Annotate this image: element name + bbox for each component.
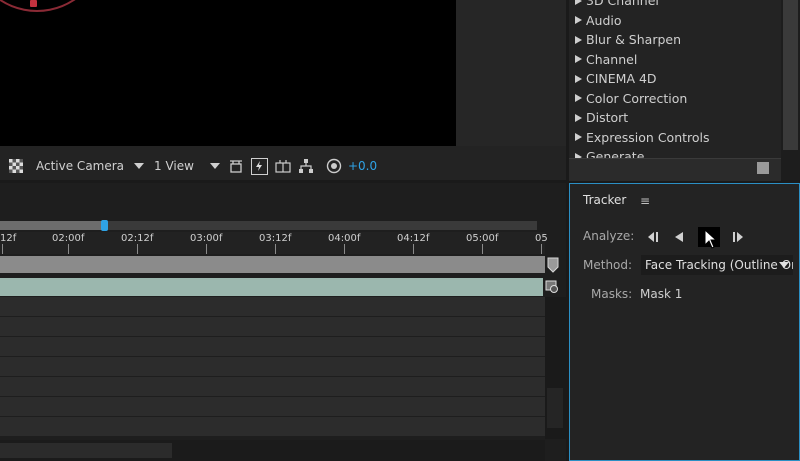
expand-triangle-icon bbox=[575, 55, 582, 64]
viewer-ellipse-shape bbox=[0, 0, 104, 12]
camera-dropdown[interactable]: Active Camera bbox=[36, 159, 145, 173]
effects-presets-panel: 3D Channel Audio Blur & Sharpen Channel … bbox=[569, 0, 800, 181]
timeline-panel: 12f 02:00f 02:12f 03:00f 03:12f 04:00f 0… bbox=[0, 183, 566, 461]
effect-category[interactable]: Channel bbox=[569, 50, 781, 70]
analyze-backward-frame-icon[interactable] bbox=[644, 229, 660, 245]
ruler-tick bbox=[137, 244, 138, 254]
expand-triangle-icon bbox=[575, 35, 582, 44]
analyze-label: Analyze: bbox=[583, 229, 635, 243]
reset-exposure-icon[interactable] bbox=[326, 158, 342, 174]
ruler-label: 02:12f bbox=[121, 233, 154, 244]
effect-category[interactable]: CINEMA 4D bbox=[569, 69, 781, 89]
ruler-label: 03:12f bbox=[259, 233, 292, 244]
effects-panel-footer bbox=[569, 158, 781, 181]
expand-triangle-icon bbox=[575, 133, 582, 142]
ruler-tick bbox=[541, 244, 542, 254]
view-layout-label: 1 View bbox=[154, 159, 194, 173]
ruler-label: 05:00f bbox=[466, 233, 499, 244]
analyze-backward-icon[interactable] bbox=[671, 229, 687, 245]
method-dropdown-value: Face Tracking (Outline Only) bbox=[645, 258, 793, 272]
timeline-horizontal-scrollbar-thumb[interactable] bbox=[0, 443, 172, 458]
timeline-track-row[interactable] bbox=[0, 337, 545, 357]
effects-scrollbar-thumb[interactable] bbox=[783, 0, 798, 150]
effects-category-list: 3D Channel Audio Blur & Sharpen Channel … bbox=[569, 0, 781, 167]
ruler-label: 04:12f bbox=[397, 233, 430, 244]
tracker-panel: Tracker ≡ Analyze: Method: Face Tracking… bbox=[569, 183, 800, 461]
expand-triangle-icon bbox=[575, 94, 582, 103]
tracker-panel-title[interactable]: Tracker bbox=[583, 193, 626, 207]
timeline-vertical-scrollbar-thumb[interactable] bbox=[547, 388, 563, 428]
chevron-down-icon bbox=[134, 163, 145, 169]
ruler-tick bbox=[482, 244, 483, 254]
timeline-track-row[interactable] bbox=[0, 357, 545, 377]
mouse-cursor-icon bbox=[704, 228, 718, 253]
effect-category[interactable]: Distort bbox=[569, 108, 781, 128]
transparency-grid-icon[interactable] bbox=[8, 158, 24, 174]
comp-button-icon[interactable] bbox=[545, 279, 559, 293]
ruler-label: 05 bbox=[535, 233, 548, 244]
chevron-down-icon bbox=[209, 163, 220, 169]
analyze-controls bbox=[644, 227, 747, 247]
work-area-range[interactable] bbox=[0, 221, 104, 230]
comp-end-marker-icon[interactable] bbox=[547, 256, 559, 273]
expand-triangle-icon bbox=[575, 74, 582, 83]
timeline-track-row[interactable] bbox=[0, 377, 545, 397]
time-ruler[interactable]: 12f 02:00f 02:12f 03:00f 03:12f 04:00f 0… bbox=[0, 232, 548, 254]
composition-viewer[interactable] bbox=[0, 0, 456, 146]
ruler-tick bbox=[413, 244, 414, 254]
viewer-pasteboard bbox=[456, 0, 566, 146]
new-preset-icon[interactable] bbox=[757, 162, 769, 174]
timeline-track-row[interactable] bbox=[0, 417, 545, 437]
toggle-pixel-aspect-icon[interactable] bbox=[228, 158, 244, 174]
ruler-tick bbox=[2, 244, 3, 254]
effect-category[interactable]: Audio bbox=[569, 11, 781, 31]
expand-triangle-icon bbox=[575, 113, 582, 122]
masks-label: Masks: bbox=[591, 287, 633, 301]
effect-category[interactable]: 3D Channel bbox=[569, 0, 781, 11]
expand-triangle-icon bbox=[575, 0, 582, 5]
timeline-track-row[interactable] bbox=[0, 317, 545, 337]
method-dropdown[interactable]: Face Tracking (Outline Only) bbox=[641, 255, 793, 275]
view-layout-dropdown[interactable]: 1 View bbox=[154, 159, 220, 173]
camera-dropdown-label: Active Camera bbox=[36, 159, 125, 173]
viewer-anchor-point bbox=[30, 0, 37, 7]
time-navigator[interactable] bbox=[0, 256, 545, 273]
chevron-down-icon bbox=[779, 262, 789, 268]
ruler-label: 03:00f bbox=[190, 233, 223, 244]
masks-value: Mask 1 bbox=[640, 287, 683, 301]
panel-menu-icon[interactable]: ≡ bbox=[640, 194, 650, 208]
ruler-tick bbox=[68, 244, 69, 254]
effect-category[interactable]: Color Correction bbox=[569, 89, 781, 109]
current-time-indicator[interactable] bbox=[101, 220, 108, 231]
fast-previews-icon[interactable] bbox=[250, 157, 268, 175]
ruler-label: 02:00f bbox=[52, 233, 85, 244]
ruler-label: 12f bbox=[0, 233, 17, 244]
exposure-value[interactable]: +0.0 bbox=[348, 159, 377, 173]
method-label: Method: bbox=[583, 258, 633, 272]
viewer-toolbar: Active Camera 1 View +0.0 bbox=[0, 152, 566, 180]
ruler-tick bbox=[275, 244, 276, 254]
ruler-label: 04:00f bbox=[328, 233, 361, 244]
layer-duration-bar[interactable] bbox=[0, 278, 543, 296]
analyze-forward-frame-icon[interactable] bbox=[731, 229, 747, 245]
comp-flowchart-icon[interactable] bbox=[298, 158, 314, 174]
ruler-tick bbox=[206, 244, 207, 254]
timeline-track-row[interactable] bbox=[0, 297, 545, 317]
expand-triangle-icon bbox=[575, 16, 582, 25]
effect-category[interactable]: Blur & Sharpen bbox=[569, 30, 781, 50]
timeline-toggle-icon[interactable] bbox=[275, 158, 291, 174]
timeline-track-row[interactable] bbox=[0, 397, 545, 417]
ruler-tick bbox=[344, 244, 345, 254]
effect-category[interactable]: Expression Controls bbox=[569, 128, 781, 148]
